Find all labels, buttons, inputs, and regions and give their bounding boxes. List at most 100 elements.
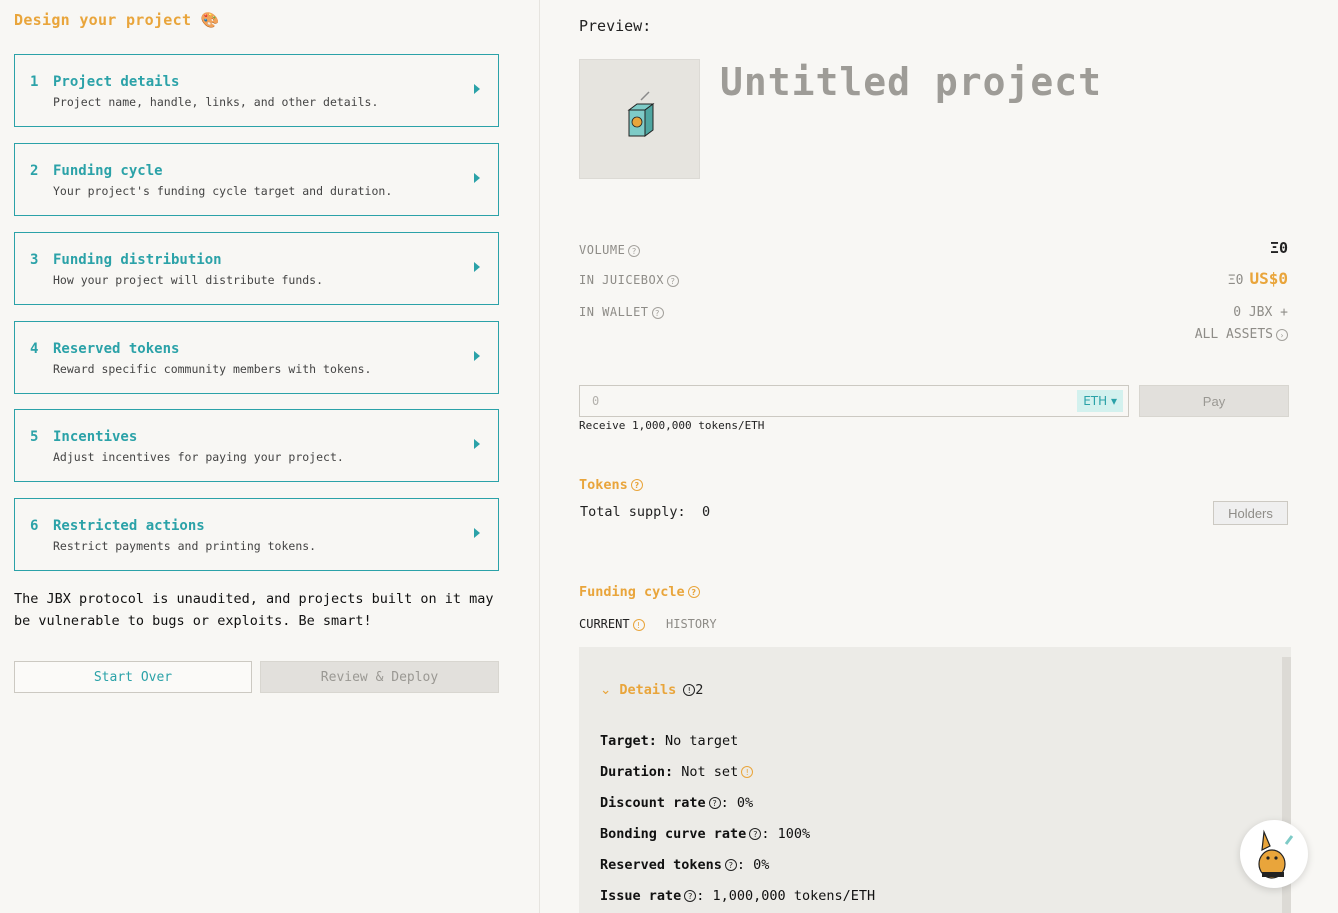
in-wallet-value: 0 JBX + <box>1233 305 1288 320</box>
chevron-right-icon: › <box>1276 328 1288 341</box>
step-number: 6 <box>30 518 39 534</box>
funding-cycle-title: Funding cycle? <box>579 584 700 600</box>
chevron-right-icon <box>474 351 480 361</box>
chevron-right-icon <box>474 528 480 538</box>
target-label: Target: <box>600 733 657 749</box>
issue-row: Issue rate?: 1,000,000 tokens/ETH <box>600 888 875 904</box>
total-supply: Total supply: 0 <box>580 504 710 520</box>
help-icon[interactable]: ? <box>630 479 643 491</box>
chevron-right-icon <box>474 262 480 272</box>
in-juicebox-label: IN JUICEBOX? <box>579 273 679 287</box>
step-description: Restrict payments and printing tokens. <box>53 539 317 553</box>
issue-value: : 1,000,000 tokens/ETH <box>696 888 876 904</box>
step-incentives[interactable]: 5 Incentives Adjust incentives for payin… <box>14 409 499 482</box>
target-value: No target <box>665 733 739 749</box>
details-count: 2 <box>695 682 704 698</box>
start-over-button[interactable]: Start Over <box>14 661 252 693</box>
step-funding-distribution[interactable]: 3 Funding distribution How your project … <box>14 232 499 305</box>
step-reserved-tokens[interactable]: 4 Reserved tokens Reward specific commun… <box>14 321 499 394</box>
info-icon: ! <box>741 766 754 778</box>
currency-label: ETH <box>1083 394 1108 408</box>
discount-row: Discount rate?: 0% <box>600 795 753 811</box>
help-icon[interactable]: ? <box>708 797 721 809</box>
info-icon: ! <box>683 684 696 696</box>
duration-row: Duration: Not set! <box>600 764 754 780</box>
info-icon: ! <box>632 618 645 631</box>
step-number: 3 <box>30 252 39 268</box>
mascot-icon <box>1258 829 1294 879</box>
volume-label-text: VOLUME <box>579 243 626 257</box>
holders-button[interactable]: Holders <box>1213 501 1288 525</box>
currency-select[interactable]: ETH ▾ <box>1077 390 1123 412</box>
chevron-down-icon: ⌄ <box>600 682 612 698</box>
discount-value: : 0% <box>720 795 754 811</box>
reserved-label: Reserved tokens <box>600 857 722 873</box>
help-icon[interactable]: ? <box>684 890 697 902</box>
help-icon[interactable]: ? <box>724 859 737 871</box>
step-title: Reserved tokens <box>53 341 180 357</box>
all-assets-text: ALL ASSETS <box>1194 327 1273 342</box>
details-toggle[interactable]: ⌄ Details! 2 <box>600 682 703 698</box>
in-juicebox-value: Ξ0 US$0 <box>1228 269 1288 288</box>
step-number: 2 <box>30 163 39 179</box>
chevron-right-icon <box>474 173 480 183</box>
funding-cycle-title-text: Funding cycle <box>579 584 685 600</box>
in-wallet-label: IN WALLET? <box>579 305 664 319</box>
step-title: Funding cycle <box>53 163 163 179</box>
preview-label: Preview: <box>579 17 652 35</box>
design-panel: Design your project 🎨 1 Project details … <box>0 0 540 913</box>
total-supply-value: 0 <box>701 504 711 520</box>
help-icon[interactable]: ? <box>666 274 679 287</box>
step-number: 5 <box>30 429 39 445</box>
step-project-details[interactable]: 1 Project details Project name, handle, … <box>14 54 499 127</box>
reserved-row: Reserved tokens?: 0% <box>600 857 769 873</box>
funding-cycle-panel: ⌄ Details! 2 Target: No target Duration: N… <box>579 647 1291 913</box>
step-description: How your project will distribute funds. <box>53 273 324 287</box>
help-icon[interactable]: ? <box>651 306 664 319</box>
reserved-value: : 0% <box>736 857 770 873</box>
juicebox-icon <box>627 91 655 137</box>
tab-history[interactable]: HISTORY <box>666 617 717 631</box>
step-title: Funding distribution <box>53 252 222 268</box>
in-juicebox-label-text: IN JUICEBOX <box>579 273 664 287</box>
chevron-right-icon <box>474 439 480 449</box>
bonding-row: Bonding curve rate?: 100% <box>600 826 810 842</box>
pay-amount-input[interactable]: 0 ETH ▾ <box>579 385 1129 417</box>
step-number: 4 <box>30 341 39 357</box>
step-description: Your project's funding cycle target and … <box>53 184 393 198</box>
step-title: Restricted actions <box>53 518 205 534</box>
total-supply-label: Total supply: <box>580 504 686 520</box>
help-icon[interactable]: ? <box>628 244 641 257</box>
in-wallet-label-text: IN WALLET <box>579 305 649 319</box>
project-logo <box>579 59 700 179</box>
step-restricted-actions[interactable]: 6 Restricted actions Restrict payments a… <box>14 498 499 571</box>
tokens-title: Tokens? <box>579 477 643 493</box>
details-label: Details <box>619 682 677 698</box>
pay-placeholder: 0 <box>592 394 600 408</box>
duration-value: Not set <box>681 764 739 780</box>
avatar[interactable] <box>1240 820 1308 888</box>
step-description: Adjust incentives for paying your projec… <box>53 450 344 464</box>
bonding-label: Bonding curve rate <box>600 826 747 842</box>
issue-label: Issue rate <box>600 888 682 904</box>
receive-text: Receive 1,000,000 tokens/ETH <box>579 419 765 432</box>
help-icon[interactable]: ? <box>687 586 700 598</box>
step-number: 1 <box>30 74 39 90</box>
palette-icon: 🎨 <box>200 11 220 29</box>
audit-warning: The JBX protocol is unaudited, and proje… <box>14 591 494 629</box>
design-title-text: Design your project <box>14 11 192 29</box>
design-title: Design your project 🎨 <box>14 11 220 29</box>
all-assets-link[interactable]: ALL ASSETS › <box>1195 327 1288 342</box>
help-icon[interactable]: ? <box>749 828 762 840</box>
step-title: Project details <box>53 74 180 90</box>
review-deploy-button[interactable]: Review & Deploy <box>260 661 499 693</box>
discount-label: Discount rate <box>600 795 706 811</box>
volume-value: Ξ0 <box>1269 239 1288 257</box>
in-juicebox-usd: US$0 <box>1249 269 1288 288</box>
step-description: Reward specific community members with t… <box>53 362 372 376</box>
bonding-value: : 100% <box>761 826 811 842</box>
chevron-down-icon: ▾ <box>1110 394 1117 408</box>
step-funding-cycle[interactable]: 2 Funding cycle Your project's funding c… <box>14 143 499 216</box>
pay-button[interactable]: Pay <box>1139 385 1289 417</box>
tab-current[interactable]: CURRENT! <box>579 617 645 631</box>
